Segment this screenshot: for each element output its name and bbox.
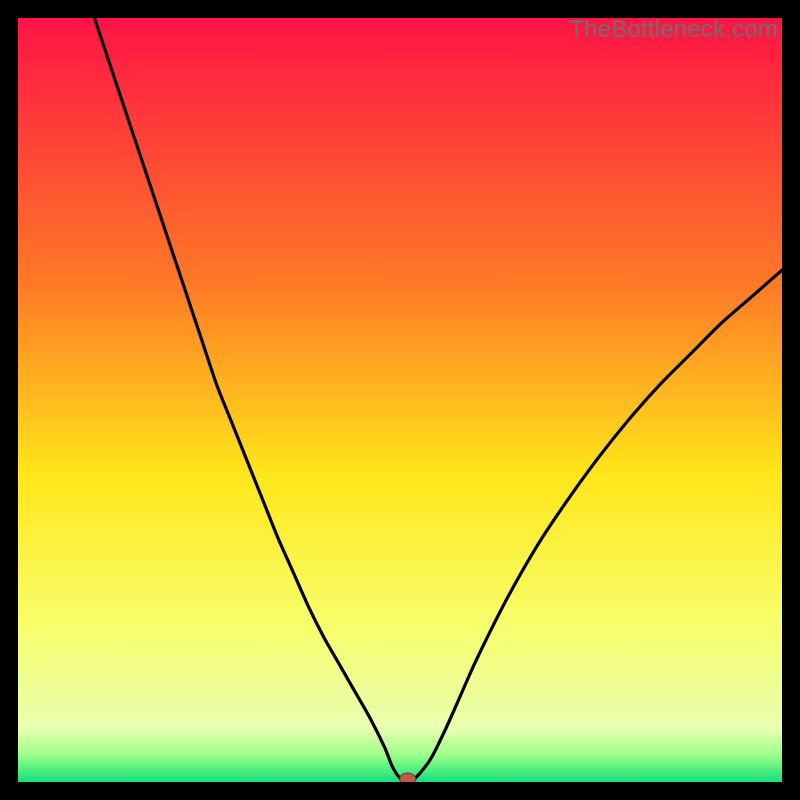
chart-frame: TheBottleneck.com: [18, 18, 782, 782]
optimal-marker: [400, 773, 416, 782]
chart-svg: [18, 18, 782, 782]
watermark-text: TheBottleneck.com: [569, 16, 778, 44]
